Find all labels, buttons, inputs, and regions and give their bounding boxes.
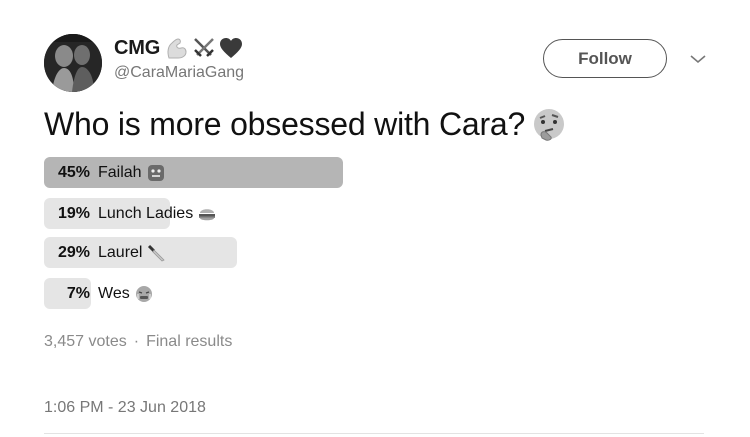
name-emoji-group [164, 36, 244, 60]
knife-icon [146, 243, 166, 263]
poll-status: Final results [146, 333, 233, 350]
poll-choice: Laurel [98, 243, 143, 261]
hamburger-icon [197, 204, 217, 224]
poll-percent: 45% [57, 163, 90, 181]
poll-choice: Lunch Ladies [98, 204, 194, 222]
poll-votes: 3,457 votes [44, 333, 127, 350]
tweet-text-content: Who is more obsessed with Cara? [44, 106, 526, 142]
poll-choice: Wes [98, 284, 130, 302]
crossed-swords-icon [194, 38, 214, 57]
tweet-text: Who is more obsessed with Cara? [44, 106, 567, 143]
tweet-timestamp[interactable]: 1:06 PM - 23 Jun 2018 [44, 399, 206, 417]
poll-percent: 7% [66, 284, 90, 302]
avatar[interactable] [44, 34, 102, 92]
poll-meta: 3,457 votes · Final results [44, 333, 232, 351]
poll-percent: 29% [57, 243, 90, 261]
poll-label: 7% Wes [44, 278, 154, 309]
poll-label: 29% Laurel [44, 237, 166, 268]
poll-percent: 19% [57, 204, 90, 222]
author-display-name[interactable]: CMG [114, 37, 160, 60]
follow-button[interactable]: Follow [543, 39, 667, 78]
poll-label: 19% Lunch Ladies [44, 198, 217, 229]
author-name-row: CMG [114, 36, 244, 60]
author-handle[interactable]: @CaraMariaGang [114, 64, 244, 82]
poll-separator: · [133, 333, 140, 350]
thinking-face-icon [534, 108, 565, 141]
divider [44, 433, 704, 434]
poll-choice: Failah [98, 163, 142, 181]
face-icon [146, 163, 166, 183]
crying-face-icon [134, 284, 154, 304]
poll-label: 45% Failah [44, 157, 166, 188]
flexed-biceps-icon [167, 38, 187, 59]
chevron-down-icon[interactable] [688, 52, 708, 66]
heart-icon [220, 38, 243, 58]
